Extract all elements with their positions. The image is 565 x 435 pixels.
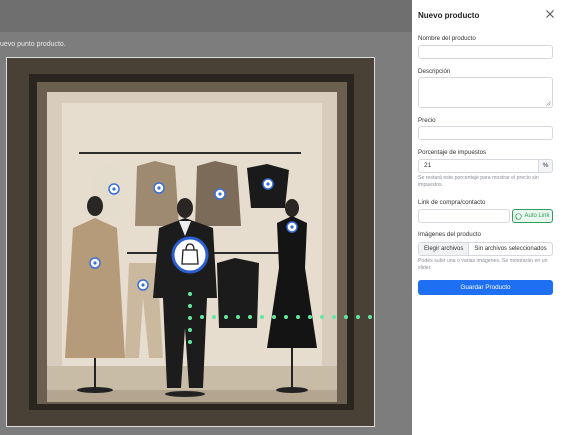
price-label: Precio [418, 117, 436, 124]
whatsapp-icon [515, 212, 523, 220]
name-input[interactable] [418, 45, 553, 59]
hotspot-dress[interactable] [286, 221, 298, 233]
instruction-text: uevo punto producto. [0, 41, 66, 48]
tax-help-text: Se restará este porcentaje para mostrar … [418, 175, 539, 189]
product-panel: Nuevo producto Nombre del producto Descr… [412, 0, 565, 435]
panel-title: Nuevo producto [418, 11, 480, 20]
percent-suffix: % [539, 159, 553, 173]
auto-link-label: Auto Link [524, 213, 550, 219]
hotspot-sweater[interactable] [108, 183, 120, 195]
close-icon[interactable] [545, 9, 555, 19]
hotspot-jacket[interactable] [214, 188, 226, 200]
link-input[interactable] [418, 209, 510, 223]
hotspot-coat[interactable] [89, 257, 101, 269]
showcase-image[interactable] [6, 57, 375, 427]
auto-link-button[interactable]: Auto Link [512, 209, 553, 223]
hotspot-blazer[interactable] [153, 182, 165, 194]
price-input[interactable] [418, 126, 553, 140]
save-product-button[interactable]: Guardar Producto [418, 280, 553, 295]
resize-handle-icon[interactable] [546, 101, 551, 106]
hotspot-black-top[interactable] [262, 178, 274, 190]
top-bar [0, 0, 412, 32]
tax-input[interactable]: 21 [418, 159, 539, 173]
file-status: Sin archivos seleccionados [474, 246, 547, 252]
file-input[interactable]: Elegir archivos Sin archivos seleccionad… [418, 242, 553, 256]
description-textarea[interactable] [418, 77, 553, 108]
images-help-text: Podés subir una o varias imágenes. Se mo… [418, 258, 548, 272]
images-label: Imágenes del producto [418, 231, 481, 238]
link-label: Link de compra/contacto [418, 199, 486, 206]
choose-files-button[interactable]: Elegir archivos [419, 243, 470, 255]
hotspot-trousers[interactable] [137, 279, 149, 291]
active-hotspot-shopping-bag-icon[interactable] [171, 236, 209, 274]
name-label: Nombre del producto [418, 35, 476, 42]
tax-label: Porcentaje de impuestos [418, 149, 487, 156]
description-label: Descripción [418, 68, 451, 75]
